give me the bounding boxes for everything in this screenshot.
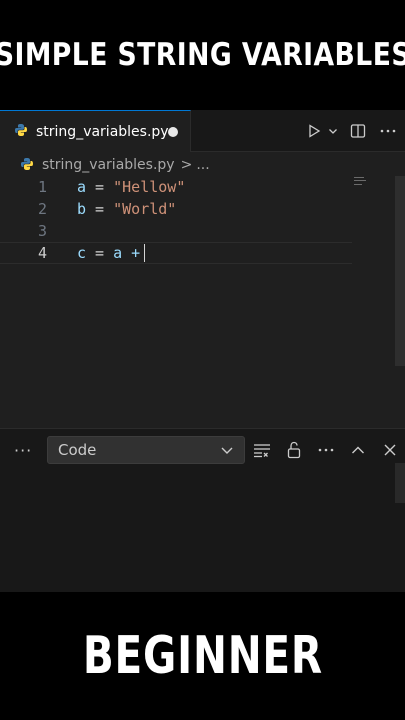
code-line-2[interactable]: 2 b = "World" bbox=[0, 198, 395, 220]
code-area[interactable]: 1 a = "Hellow" 2 b = "World" 3 4 c = a + bbox=[0, 176, 405, 428]
tab-string-variables[interactable]: string_variables.py bbox=[0, 110, 191, 152]
lock-scroll-button[interactable] bbox=[284, 438, 304, 462]
chevron-down-icon bbox=[221, 447, 233, 454]
tab-bar: string_variables.py bbox=[0, 110, 405, 152]
variable-token: a bbox=[77, 178, 87, 196]
panel-more-button[interactable]: ··· bbox=[14, 441, 32, 460]
split-editor-button[interactable] bbox=[347, 119, 369, 143]
tab-label: string_variables.py bbox=[36, 123, 169, 140]
dropdown-value: Code bbox=[58, 441, 97, 459]
close-panel-button[interactable] bbox=[380, 438, 400, 462]
breadcrumb-separator: > bbox=[180, 157, 193, 173]
python-file-icon bbox=[20, 156, 34, 175]
word-wrap-button[interactable] bbox=[252, 438, 272, 462]
level-label: BEGINNER bbox=[82, 626, 323, 686]
more-actions-icon bbox=[380, 129, 396, 133]
variable-token: b bbox=[77, 200, 87, 218]
breadcrumb-file[interactable]: string_variables.py bbox=[42, 157, 175, 173]
breadcrumb-more[interactable]: ... bbox=[196, 157, 209, 173]
python-file-icon bbox=[14, 122, 28, 141]
run-button[interactable] bbox=[303, 119, 325, 143]
top-title-banner: SIMPLE STRING VARIABLES bbox=[0, 0, 405, 110]
line-number: 2 bbox=[37, 200, 47, 218]
split-editor-icon bbox=[350, 124, 366, 138]
unsaved-dot-icon[interactable] bbox=[168, 127, 178, 137]
more-actions-button[interactable] bbox=[377, 119, 399, 143]
string-token: "Hellow" bbox=[113, 178, 186, 196]
line-code: c = a + bbox=[77, 243, 146, 263]
panel-actions bbox=[252, 437, 400, 463]
chevron-up-icon bbox=[352, 446, 364, 454]
bottom-title-banner: BEGINNER bbox=[0, 592, 405, 720]
variable-token: c bbox=[77, 243, 87, 262]
word-wrap-icon bbox=[254, 444, 270, 458]
line-code: a = "Hellow" bbox=[77, 178, 185, 196]
editor-scrollbar[interactable] bbox=[395, 176, 405, 366]
string-token: "World" bbox=[113, 200, 177, 218]
code-line-1[interactable]: 1 a = "Hellow" bbox=[0, 176, 395, 198]
code-line-3[interactable]: 3 bbox=[0, 220, 395, 242]
line-code: b = "World" bbox=[77, 200, 176, 218]
panel-scrollbar[interactable] bbox=[395, 463, 405, 503]
editor-actions bbox=[303, 110, 399, 152]
chevron-down-icon bbox=[329, 129, 337, 134]
maximize-panel-button[interactable] bbox=[348, 438, 368, 462]
text-cursor bbox=[144, 244, 146, 263]
video-title: SIMPLE STRING VARIABLES bbox=[0, 37, 405, 73]
minimap[interactable] bbox=[352, 176, 372, 186]
operator-token: = bbox=[86, 200, 114, 218]
run-options-button[interactable] bbox=[327, 119, 339, 143]
output-channel-dropdown[interactable]: Code bbox=[47, 436, 245, 464]
bottom-panel: ··· Code bbox=[0, 428, 405, 592]
line-number: 4 bbox=[37, 244, 47, 262]
operator-token: = bbox=[86, 178, 114, 196]
close-icon bbox=[384, 444, 396, 456]
more-actions-icon bbox=[318, 448, 334, 452]
breadcrumb: string_variables.py > ... bbox=[0, 153, 405, 177]
run-icon bbox=[309, 124, 321, 138]
code-editor-window: string_variables.py string_variables.py … bbox=[0, 110, 405, 592]
panel-more-actions-button[interactable] bbox=[316, 438, 336, 462]
unlock-icon bbox=[287, 441, 301, 459]
code-line-4[interactable]: 4 c = a + bbox=[0, 242, 352, 264]
line-number: 3 bbox=[37, 222, 47, 240]
expression-token: a + bbox=[113, 243, 141, 262]
line-number: 1 bbox=[37, 178, 47, 196]
operator-token: = bbox=[86, 243, 114, 262]
